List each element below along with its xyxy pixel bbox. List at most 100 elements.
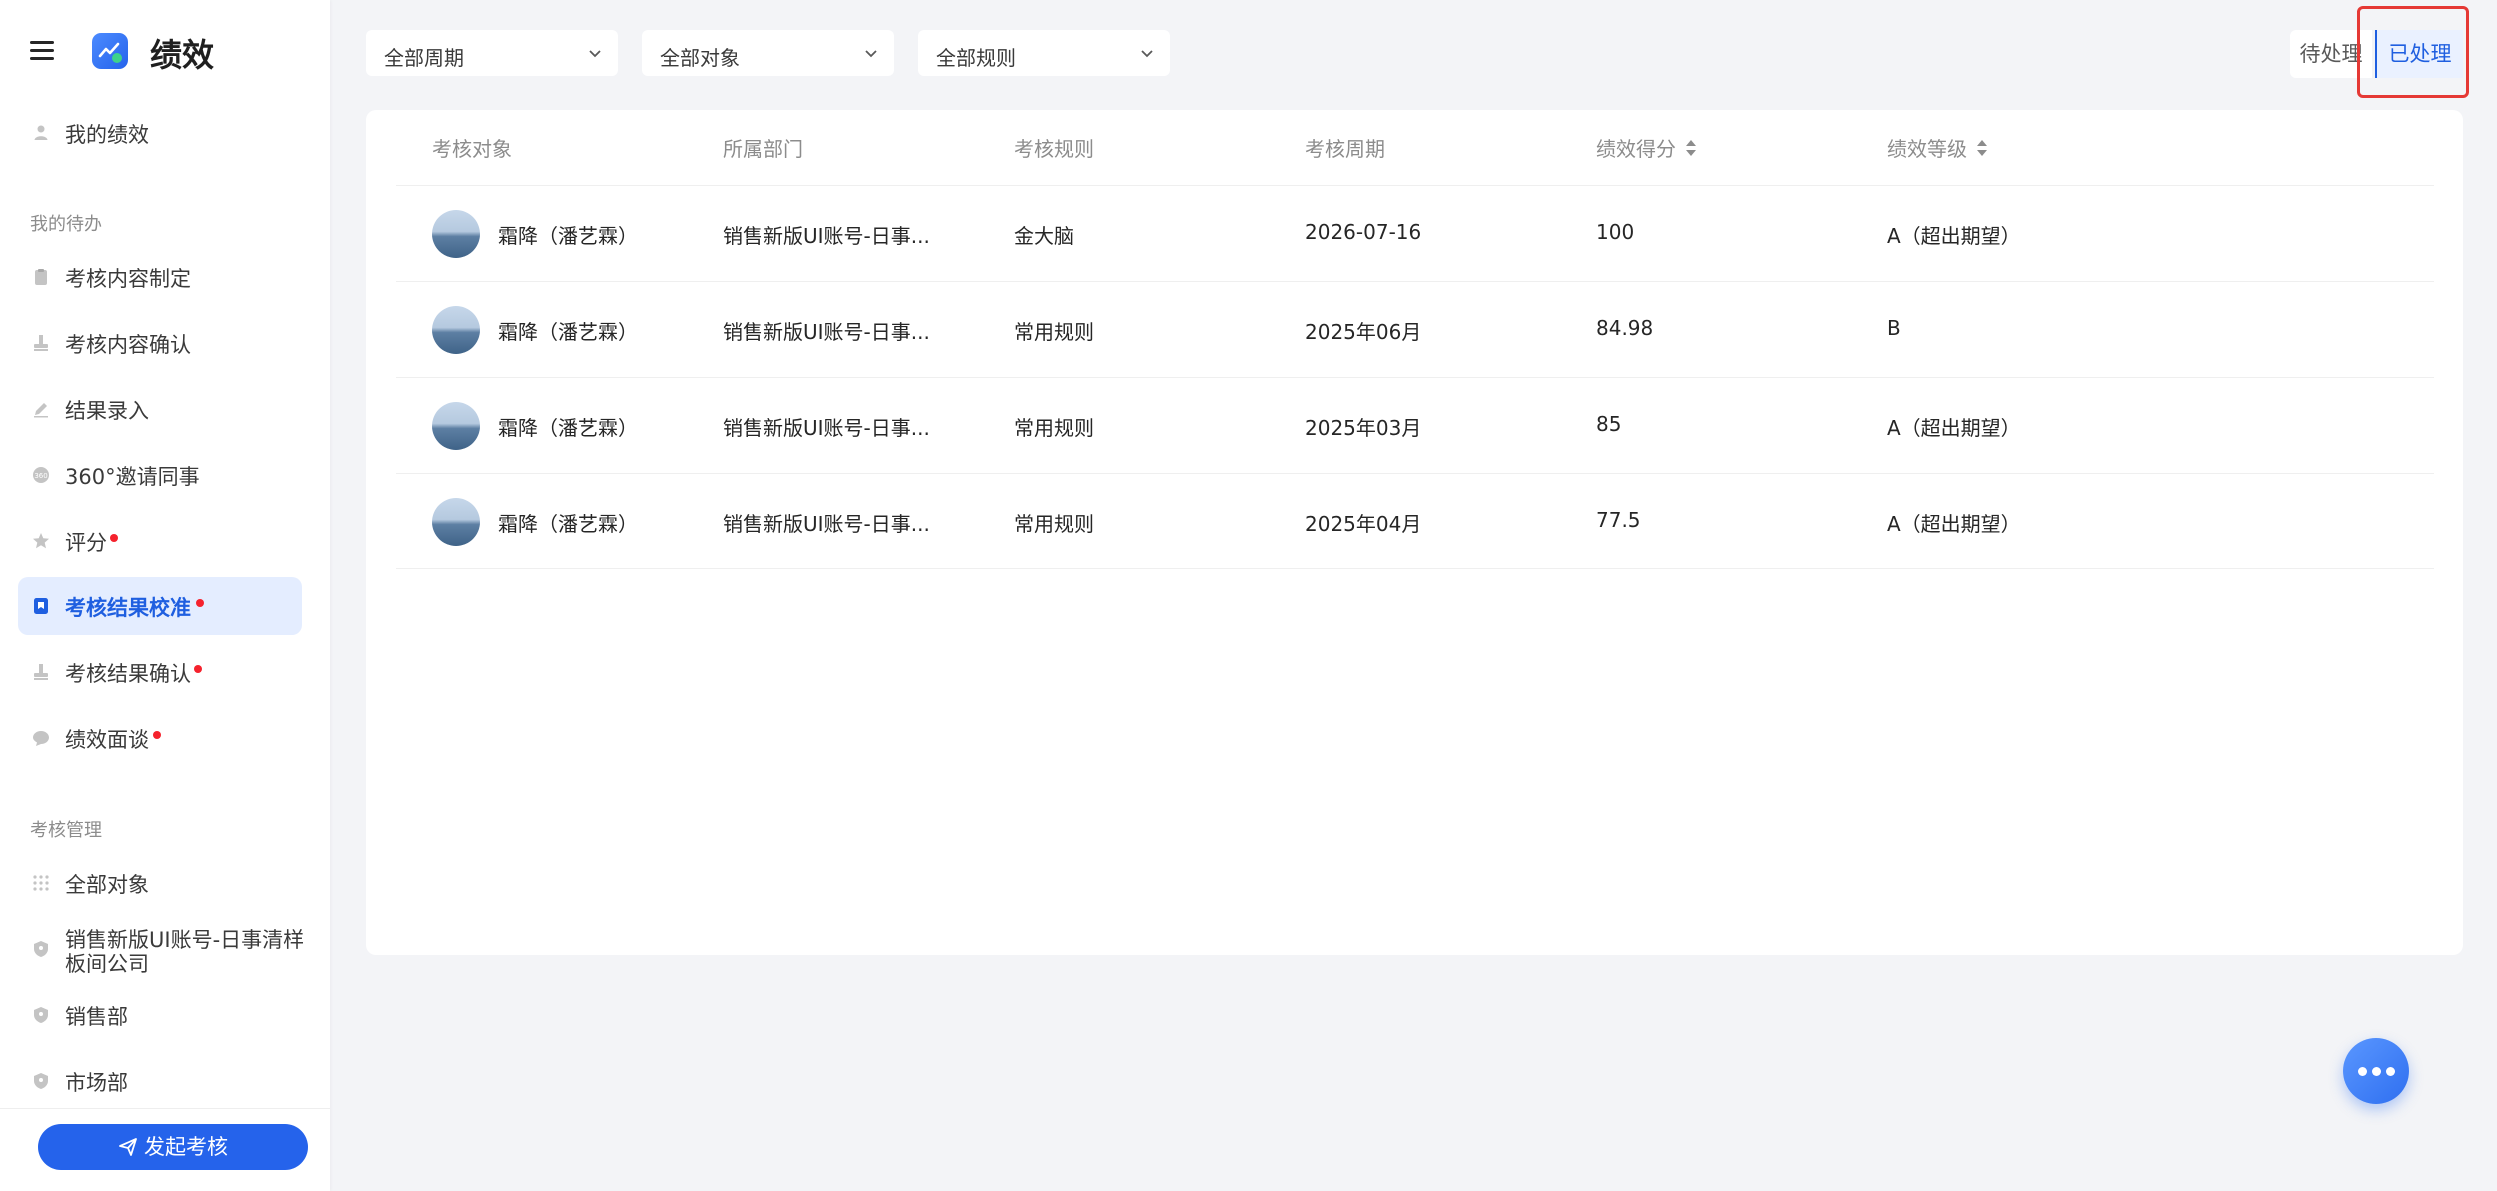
- sidebar-item-company[interactable]: 销售新版UI账号-日事清样板间公司: [18, 920, 305, 978]
- sidebar-item-result-calibration[interactable]: 考核结果校准: [18, 577, 302, 635]
- cell-rule: 金大脑: [1014, 224, 1074, 248]
- sidebar-item-content-confirm[interactable]: 考核内容确认: [18, 314, 302, 372]
- svg-text:360: 360: [34, 472, 47, 480]
- launch-review-button[interactable]: 发起考核: [38, 1124, 308, 1170]
- column-header-target: 考核对象: [432, 137, 512, 161]
- notification-dot: [110, 534, 118, 542]
- sidebar-item-label: 考核内容制定: [65, 267, 191, 291]
- sidebar-item-scoring[interactable]: 评分: [18, 512, 302, 570]
- menu-icon[interactable]: [30, 38, 54, 62]
- cell-dept: 销售新版UI账号-日事...: [723, 512, 930, 536]
- cell-name: 霜降（潘艺霖）: [498, 224, 638, 248]
- sidebar-item-label: 销售新版UI账号-日事清样板间公司: [65, 928, 305, 976]
- column-header-score-label: 绩效得分: [1596, 137, 1676, 161]
- sidebar-item-all-targets[interactable]: 全部对象: [18, 854, 302, 912]
- cell-score: 100: [1596, 220, 1635, 244]
- avatar: [432, 402, 480, 450]
- cell-score: 84.98: [1596, 316, 1654, 340]
- column-header-period: 考核周期: [1305, 137, 1385, 161]
- tab-done[interactable]: 已处理: [2375, 30, 2463, 78]
- more-dot: [2358, 1067, 2367, 1076]
- cell-name: 霜降（潘艺霖）: [498, 512, 638, 536]
- column-header-grade-label: 绩效等级: [1887, 137, 1967, 161]
- target-select[interactable]: 全部对象: [642, 30, 894, 76]
- avatar: [432, 210, 480, 258]
- table-row[interactable]: 霜降（潘艺霖） 销售新版UI账号-日事... 常用规则 2025年03月 85 …: [396, 377, 2434, 473]
- sidebar-item-label: 全部对象: [65, 873, 149, 897]
- target-select-value: 全部对象: [660, 46, 740, 70]
- sidebar-item-label: 结果录入: [65, 399, 149, 423]
- cell-score: 77.5: [1596, 508, 1641, 532]
- column-header-dept: 所属部门: [723, 137, 803, 161]
- cell-dept: 销售新版UI账号-日事...: [723, 224, 930, 248]
- sidebar-item-label: 我的绩效: [65, 123, 149, 147]
- cell-dept: 销售新版UI账号-日事...: [723, 320, 930, 344]
- user-icon: [34, 125, 48, 140]
- column-header-grade[interactable]: 绩效等级: [1887, 133, 1989, 162]
- sidebar-item-content-setting[interactable]: 考核内容制定: [18, 248, 302, 306]
- avatar: [432, 498, 480, 546]
- sidebar-item-invite-360[interactable]: 360 360°邀请同事: [18, 446, 302, 504]
- chevron-down-icon: [865, 50, 877, 58]
- 360-icon: 360: [33, 467, 49, 483]
- avatar: [432, 306, 480, 354]
- sidebar-item-marketing-dept[interactable]: 市场部: [18, 1052, 302, 1110]
- sidebar-item-performance-interview[interactable]: 绩效面谈: [18, 709, 302, 767]
- sidebar-item-label: 绩效面谈: [65, 728, 149, 752]
- cell-grade: B: [1887, 316, 1901, 340]
- more-options-button[interactable]: [2343, 1038, 2409, 1104]
- cell-grade: A（超出期望）: [1887, 416, 2021, 440]
- sort-icon[interactable]: [1684, 138, 1698, 158]
- sidebar-item-label: 考核结果校准: [65, 596, 191, 620]
- rule-select[interactable]: 全部规则: [918, 30, 1170, 76]
- cell-name: 霜降（潘艺霖）: [498, 416, 638, 440]
- app-logo-icon: [92, 33, 128, 69]
- sidebar-item-label: 评分: [65, 531, 107, 555]
- cell-rule: 常用规则: [1014, 416, 1094, 440]
- tab-pending[interactable]: 待处理: [2290, 30, 2372, 78]
- sidebar-item-my-performance[interactable]: 我的绩效: [18, 104, 302, 162]
- stamp-icon: [34, 335, 48, 351]
- notification-dot: [196, 599, 204, 607]
- cell-period: 2025年04月: [1305, 512, 1422, 536]
- more-dot: [2386, 1067, 2395, 1076]
- column-header-score[interactable]: 绩效得分: [1596, 133, 1698, 162]
- sidebar: 绩效 我的绩效 我的待办 考核内容制定 考核内容确认 结果录入 360 360°…: [0, 0, 330, 1191]
- sidebar-header: 绩效: [0, 0, 330, 103]
- sidebar-item-label: 销售部: [65, 1005, 128, 1029]
- clipboard-icon: [35, 269, 47, 285]
- notification-dot: [194, 665, 202, 673]
- org-icon: [34, 1007, 48, 1023]
- sort-icon[interactable]: [1975, 138, 1989, 158]
- sidebar-item-result-entry[interactable]: 结果录入: [18, 380, 302, 438]
- send-icon: [119, 1138, 137, 1156]
- cell-period: 2025年03月: [1305, 416, 1422, 440]
- app-title: 绩效: [150, 36, 215, 74]
- sidebar-item-label: 市场部: [65, 1071, 128, 1095]
- period-select-value: 全部周期: [384, 46, 464, 70]
- cell-rule: 常用规则: [1014, 320, 1094, 344]
- chat-icon: [33, 731, 49, 746]
- sidebar-item-result-confirm[interactable]: 考核结果确认: [18, 643, 302, 701]
- table-row[interactable]: 霜降（潘艺霖） 销售新版UI账号-日事... 金大脑 2026-07-16 10…: [396, 185, 2434, 281]
- bookmark-icon: [34, 598, 48, 614]
- cell-grade: A（超出期望）: [1887, 224, 2021, 248]
- period-select[interactable]: 全部周期: [366, 30, 618, 76]
- grid-icon: [33, 875, 49, 891]
- section-title-manage: 考核管理: [30, 820, 102, 841]
- sidebar-item-label: 考核内容确认: [65, 333, 191, 357]
- rule-select-value: 全部规则: [936, 46, 1016, 70]
- pen-icon: [34, 403, 48, 418]
- cell-grade: A（超出期望）: [1887, 512, 2021, 536]
- chevron-down-icon: [589, 50, 601, 58]
- column-header-rule: 考核规则: [1014, 137, 1094, 161]
- cell-dept: 销售新版UI账号-日事...: [723, 416, 930, 440]
- table-row[interactable]: 霜降（潘艺霖） 销售新版UI账号-日事... 常用规则 2025年06月 84.…: [396, 281, 2434, 377]
- cell-score: 85: [1596, 412, 1622, 436]
- chevron-down-icon: [1141, 50, 1153, 58]
- sidebar-item-label: 360°邀请同事: [65, 465, 200, 489]
- sidebar-item-sales-dept[interactable]: 销售部: [18, 986, 302, 1044]
- table-row[interactable]: 霜降（潘艺霖） 销售新版UI账号-日事... 常用规则 2025年04月 77.…: [396, 473, 2434, 569]
- cell-rule: 常用规则: [1014, 512, 1094, 536]
- cell-period: 2026-07-16: [1305, 220, 1422, 244]
